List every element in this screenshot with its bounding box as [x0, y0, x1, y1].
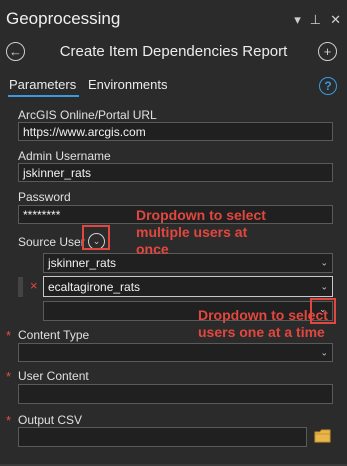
admin-username-input[interactable]: jskinner_rats	[18, 163, 333, 182]
chevron-down-icon[interactable]: ⌄	[320, 258, 328, 269]
tab-parameters[interactable]: Parameters	[9, 77, 76, 92]
required-marker: *	[6, 369, 12, 384]
close-icon[interactable]: ✕	[330, 12, 341, 28]
user-content-input[interactable]	[18, 384, 333, 404]
pane-title: Geoprocessing	[6, 9, 121, 28]
title-bar-icons: ▾ ⊥ ✕	[294, 12, 341, 28]
chevron-down-icon[interactable]: ▾	[294, 12, 301, 28]
output-csv-input[interactable]	[18, 427, 307, 447]
portal-url-input[interactable]: https://www.arcgis.com	[18, 122, 333, 141]
source-user-row-2[interactable]: ecaltagirone_rats ⌄	[43, 276, 333, 297]
folder-icon[interactable]	[314, 429, 331, 446]
add-icon[interactable]: +	[318, 42, 337, 61]
portal-url-label: ArcGIS Online/Portal URL	[18, 108, 157, 122]
content-type-select[interactable]: ⌄	[18, 343, 333, 362]
chevron-down-icon[interactable]: ⌄	[320, 347, 328, 358]
active-tab-indicator	[8, 95, 79, 97]
source-user-value-1: jskinner_rats	[48, 256, 117, 270]
pin-icon[interactable]: ⊥	[310, 12, 321, 28]
multi-select-highlight-box	[82, 225, 110, 250]
required-marker: *	[6, 328, 12, 343]
annotation-single-select: Dropdown to select users one at a time	[198, 307, 328, 340]
chevron-down-icon[interactable]: ⌄	[320, 281, 328, 292]
content-type-label: Content Type	[18, 328, 90, 342]
row-drag-handle[interactable]	[18, 277, 23, 297]
annotation-multi-select: Dropdown to select multiple users at onc…	[136, 207, 266, 257]
tool-title: Create Item Dependencies Report	[59, 43, 288, 60]
admin-username-label: Admin Username	[18, 149, 111, 163]
remove-row-icon[interactable]: ×	[30, 278, 38, 293]
help-icon[interactable]: ?	[319, 77, 337, 95]
required-marker: *	[6, 413, 12, 428]
user-content-label: User Content	[18, 369, 89, 383]
tab-environments[interactable]: Environments	[88, 77, 167, 92]
password-label: Password	[18, 190, 71, 204]
source-user-label: Source User	[18, 235, 85, 249]
output-csv-label: Output CSV	[18, 413, 83, 427]
source-user-value-2: ecaltagirone_rats	[48, 279, 141, 294]
